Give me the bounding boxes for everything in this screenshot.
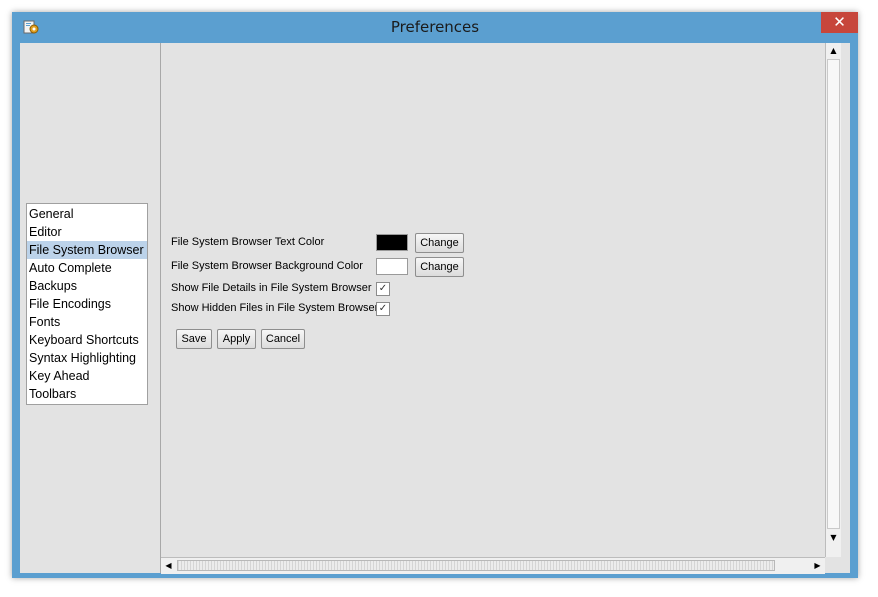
scroll-right-icon[interactable]: ▶ <box>810 558 825 573</box>
scrollbar-corner <box>825 557 840 573</box>
category-list[interactable]: General Editor File System Browser Auto Com… <box>26 203 148 405</box>
category-item-file-encodings[interactable]: File Encodings <box>27 295 147 313</box>
save-button[interactable]: Save <box>176 329 212 349</box>
apply-button[interactable]: Apply <box>217 329 256 349</box>
preferences-window: Preferences ✕ General Editor File System B… <box>12 12 858 578</box>
background-color-swatch <box>376 258 408 275</box>
category-item-key-ahead[interactable]: Key Ahead <box>27 367 147 385</box>
close-button[interactable]: ✕ <box>821 12 858 33</box>
category-item-keyboard-shortcuts[interactable]: Keyboard Shortcuts <box>27 331 147 349</box>
show-file-details-checkbox[interactable]: ✓ <box>376 282 390 296</box>
category-item-editor[interactable]: Editor <box>27 223 147 241</box>
category-item-general[interactable]: General <box>27 205 147 223</box>
text-color-label: File System Browser Text Color <box>171 236 325 248</box>
text-color-swatch <box>376 234 408 251</box>
category-item-auto-complete[interactable]: Auto Complete <box>27 259 147 277</box>
category-item-toolbars[interactable]: Toolbars <box>27 385 147 403</box>
show-hidden-files-checkbox[interactable]: ✓ <box>376 302 390 316</box>
category-item-file-system-browser[interactable]: File System Browser <box>27 241 147 259</box>
category-item-syntax-highlighting[interactable]: Syntax Highlighting <box>27 349 147 367</box>
scroll-up-icon[interactable]: ▲ <box>826 43 841 58</box>
left-pane: General Editor File System Browser Auto Com… <box>20 43 161 573</box>
scroll-down-icon[interactable]: ▼ <box>826 530 841 545</box>
close-icon: ✕ <box>833 13 846 31</box>
horizontal-scrollbar[interactable]: ◀ ▶ <box>161 557 825 574</box>
change-background-color-button[interactable]: Change <box>415 257 464 277</box>
client-area: General Editor File System Browser Auto Com… <box>20 43 850 574</box>
vertical-scroll-thumb[interactable] <box>827 59 840 529</box>
vertical-scrollbar[interactable]: ▲ ▼ <box>825 43 841 557</box>
change-text-color-button[interactable]: Change <box>415 233 464 253</box>
scroll-left-icon[interactable]: ◀ <box>161 558 176 573</box>
category-item-backups[interactable]: Backups <box>27 277 147 295</box>
horizontal-scroll-thumb[interactable] <box>177 560 775 571</box>
background-color-label: File System Browser Background Color <box>171 260 363 272</box>
category-item-fonts[interactable]: Fonts <box>27 313 147 331</box>
title-bar[interactable]: Preferences ✕ <box>12 12 858 43</box>
show-hidden-files-label: Show Hidden Files in File System Browser <box>171 302 379 314</box>
settings-panel: File System Browser Text Color Change Fi… <box>161 43 825 557</box>
show-file-details-label: Show File Details in File System Browser <box>171 282 372 294</box>
cancel-button[interactable]: Cancel <box>261 329 305 349</box>
window-title: Preferences <box>390 18 480 36</box>
